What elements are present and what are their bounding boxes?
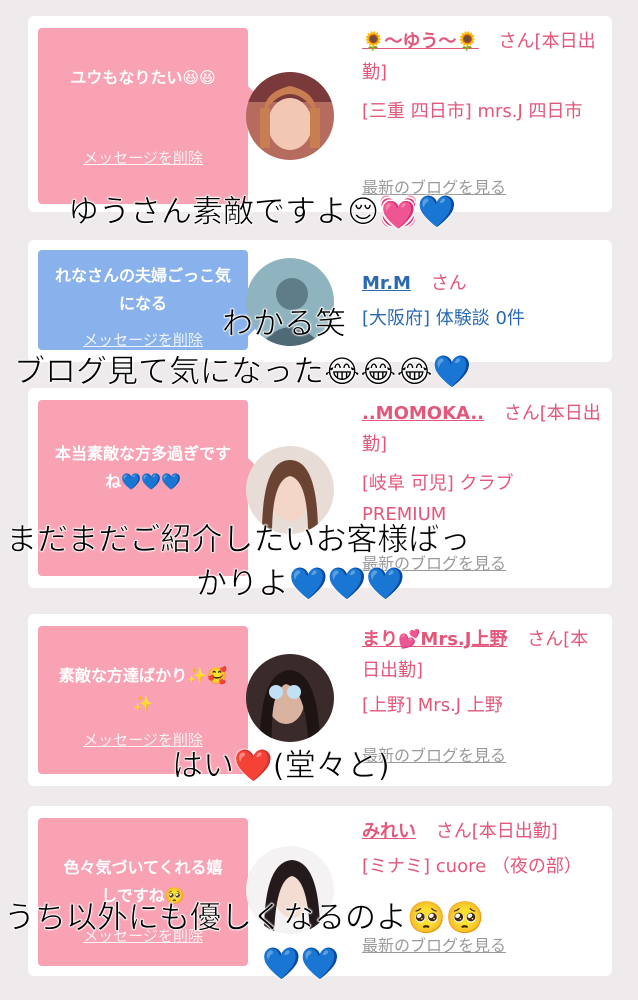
avatar[interactable] bbox=[246, 72, 334, 160]
delete-message-link[interactable]: メッセージを削除 bbox=[38, 144, 248, 172]
overlay-caption: うち以外にも優しくなるのよ🥺🥺 bbox=[4, 900, 485, 937]
overlay-caption: まだまだご紹介したいお客様ばっ bbox=[6, 522, 471, 559]
user-name-link[interactable]: ..MOMOKA.. bbox=[362, 403, 484, 424]
overlay-caption: はい❤️(堂々と) bbox=[172, 748, 390, 785]
user-info: Mr.M さん [大阪府] 体験談 0件 bbox=[362, 268, 602, 334]
user-location: [大阪府] 体験談 0件 bbox=[362, 308, 525, 329]
user-location: [ミナミ] cuore （夜の部） bbox=[362, 856, 582, 877]
user-name-link[interactable]: まり💕Mrs.J上野 bbox=[362, 629, 507, 650]
user-honorific: さん bbox=[430, 273, 467, 294]
message-text: れなさんの夫婦ごっこ気になる bbox=[54, 266, 231, 313]
user-info: ..MOMOKA.. さん[本日出勤] [岐阜 可児] クラブ PREMIUM bbox=[362, 398, 602, 530]
message-text: 本当素敵な方多過ぎですね💙💙💙 bbox=[54, 444, 231, 491]
user-info: みれい さん[本日出勤] [ミナミ] cuore （夜の部） bbox=[362, 816, 602, 882]
message-text: 素敵な方達ばかり✨🥰✨ bbox=[58, 666, 228, 713]
user-name-link[interactable]: みれい bbox=[362, 821, 416, 842]
user-location: [三重 四日市] mrs.J 四日市 bbox=[362, 101, 583, 122]
avatar[interactable] bbox=[246, 654, 334, 742]
overlay-caption: わかる笑 bbox=[222, 306, 347, 343]
user-name-link[interactable]: 🌻〜ゆう〜🌻 bbox=[362, 31, 479, 52]
message-bubble: 色々気づいてくれる嬉しですね🥺 メッセージを削除 bbox=[38, 818, 262, 966]
overlay-caption: 💙💙 bbox=[262, 946, 340, 983]
message-bubble: ユウもなりたい😆😆 メッセージを削除 bbox=[38, 28, 262, 204]
overlay-caption: かりよ💙💙💙 bbox=[196, 566, 405, 603]
message-bubble: れなさんの夫婦ごっこ気になる メッセージを削除 bbox=[38, 250, 262, 350]
delete-message-link[interactable]: メッセージを削除 bbox=[38, 326, 248, 354]
user-info: 🌻〜ゆう〜🌻 さん[本日出勤] [三重 四日市] mrs.J 四日市 bbox=[362, 26, 602, 127]
user-name-link[interactable]: Mr.M bbox=[362, 273, 411, 294]
user-location: [上野] Mrs.J 上野 bbox=[362, 695, 503, 716]
overlay-caption: ブログ見て気になった😂😂😂💙 bbox=[14, 354, 472, 391]
user-honorific: さん[本日出勤] bbox=[435, 821, 558, 842]
message-text: ユウもなりたい😆😆 bbox=[70, 68, 216, 87]
overlay-caption: ゆうさん素敵ですよ😌💓💙 bbox=[68, 194, 457, 231]
message-card: ユウもなりたい😆😆 メッセージを削除 🌻〜ゆう〜🌻 さん[本日出勤] [三重 四… bbox=[28, 16, 612, 212]
user-info: まり💕Mrs.J上野 さん[本日出勤] [上野] Mrs.J 上野 bbox=[362, 624, 602, 721]
